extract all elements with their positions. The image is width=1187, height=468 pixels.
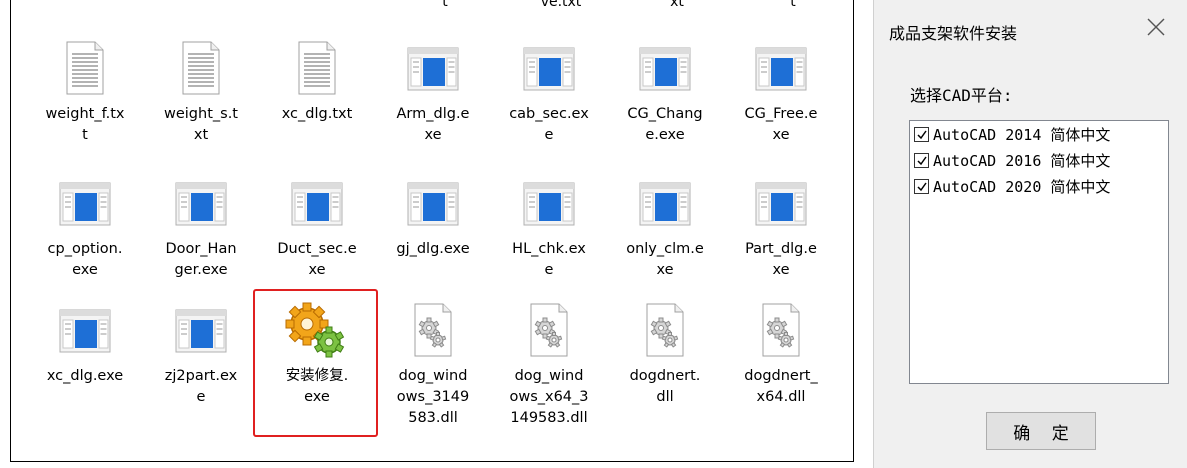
file-item[interactable]: CG_Chang e.exe — [613, 40, 717, 146]
dll-gear-icon — [753, 302, 809, 358]
cut-off-filename[interactable]: xt — [629, 0, 725, 10]
file-item[interactable]: CG_Free.e xe — [729, 40, 833, 146]
text-file-icon — [289, 40, 345, 96]
file-item[interactable]: xc_dlg.exe — [33, 302, 137, 387]
exe-window-icon — [173, 175, 229, 231]
file-item[interactable]: only_clm.e xe — [613, 175, 717, 281]
file-item[interactable]: dog_wind ows_3149 583.dll — [381, 302, 485, 429]
close-icon[interactable] — [1145, 16, 1167, 38]
cut-off-filename[interactable]: t — [745, 0, 841, 10]
file-name: cab_sec.ex e — [509, 106, 589, 143]
file-name: dog_wind ows_x64_3 149583.dll — [509, 368, 589, 426]
exe-window-icon — [753, 175, 809, 231]
exe-window-icon — [521, 40, 577, 96]
option-label: AutoCAD 2016 简体中文 — [933, 151, 1111, 170]
file-name: only_clm.e xe — [626, 241, 704, 278]
exe-window-icon — [173, 302, 229, 358]
file-item[interactable]: cab_sec.ex e — [497, 40, 601, 146]
file-item[interactable]: Duct_sec.e xe — [265, 175, 369, 281]
install-dialog: 成品支架软件安装 选择CAD平台: AutoCAD 2014 简体中文 Auto… — [873, 0, 1187, 468]
dll-gear-icon — [637, 302, 693, 358]
dll-gear-icon — [521, 302, 577, 358]
dialog-title: 成品支架软件安装 — [889, 24, 1018, 43]
list-item[interactable]: AutoCAD 2014 简体中文 — [910, 121, 1168, 147]
file-item[interactable]: dogdnert_ x64.dll — [729, 302, 833, 408]
file-item[interactable]: weight_s.t xt — [149, 40, 253, 146]
list-item[interactable]: AutoCAD 2020 简体中文 — [910, 173, 1168, 199]
file-name: xc_dlg.exe — [46, 368, 124, 384]
platform-label: 选择CAD平台: — [910, 86, 1013, 105]
file-item[interactable]: HL_chk.ex e — [497, 175, 601, 281]
file-name: xc_dlg.txt — [281, 106, 353, 122]
file-name: CG_Chang e.exe — [627, 106, 703, 143]
file-item[interactable]: Arm_dlg.e xe — [381, 40, 485, 146]
exe-window-icon — [753, 40, 809, 96]
file-item[interactable]: dogdnert. dll — [613, 302, 717, 408]
file-name: cp_option. exe — [47, 241, 123, 278]
file-item[interactable]: Door_Han ger.exe — [149, 175, 253, 281]
file-item[interactable]: xc_dlg.txt — [265, 40, 369, 125]
checkbox[interactable] — [914, 178, 929, 194]
checkbox[interactable] — [914, 126, 929, 142]
exe-window-icon — [289, 175, 345, 231]
file-name: Arm_dlg.e xe — [396, 106, 470, 143]
dll-gear-icon — [405, 302, 461, 358]
file-name: weight_s.t xt — [164, 106, 238, 143]
option-label: AutoCAD 2014 简体中文 — [933, 125, 1111, 144]
file-name: Door_Han ger.exe — [165, 241, 237, 278]
file-name: dogdnert. dll — [629, 368, 701, 405]
file-item[interactable]: gj_dlg.exe — [381, 175, 485, 260]
exe-window-icon — [57, 302, 113, 358]
file-name: Part_dlg.e xe — [745, 241, 817, 278]
file-name: zj2part.ex e — [164, 368, 238, 405]
file-item[interactable]: cp_option. exe — [33, 175, 137, 281]
list-item[interactable]: AutoCAD 2016 简体中文 — [910, 147, 1168, 173]
text-file-icon — [173, 40, 229, 96]
file-explorer-pane: t ve.txt xt t weight_f.tx t weight_s.t xt… — [10, 0, 854, 462]
file-item[interactable]: dog_wind ows_x64_3 149583.dll — [497, 302, 601, 429]
cad-platform-list[interactable]: AutoCAD 2014 简体中文 AutoCAD 2016 简体中文 Auto… — [909, 120, 1169, 384]
text-file-icon — [57, 40, 113, 96]
file-name: dogdnert_ x64.dll — [744, 368, 818, 405]
cut-off-filename[interactable]: t — [397, 0, 493, 10]
ok-button[interactable]: 确 定 — [986, 412, 1096, 450]
highlight-box — [253, 289, 378, 437]
file-name: Duct_sec.e xe — [277, 241, 357, 278]
exe-window-icon — [57, 175, 113, 231]
exe-window-icon — [637, 175, 693, 231]
file-name: dog_wind ows_3149 583.dll — [396, 368, 470, 426]
file-name: weight_f.tx t — [45, 106, 125, 143]
option-label: AutoCAD 2020 简体中文 — [933, 177, 1111, 196]
exe-window-icon — [405, 175, 461, 231]
exe-window-icon — [521, 175, 577, 231]
file-name: HL_chk.ex e — [512, 241, 586, 278]
file-item[interactable]: zj2part.ex e — [149, 302, 253, 408]
exe-window-icon — [405, 40, 461, 96]
checkbox[interactable] — [914, 152, 929, 168]
file-item[interactable]: Part_dlg.e xe — [729, 175, 833, 281]
cut-off-filename[interactable]: ve.txt — [513, 0, 609, 10]
exe-window-icon — [637, 40, 693, 96]
file-name: CG_Free.e xe — [744, 106, 818, 143]
file-name: gj_dlg.exe — [396, 241, 470, 257]
file-item[interactable]: weight_f.tx t — [33, 40, 137, 146]
